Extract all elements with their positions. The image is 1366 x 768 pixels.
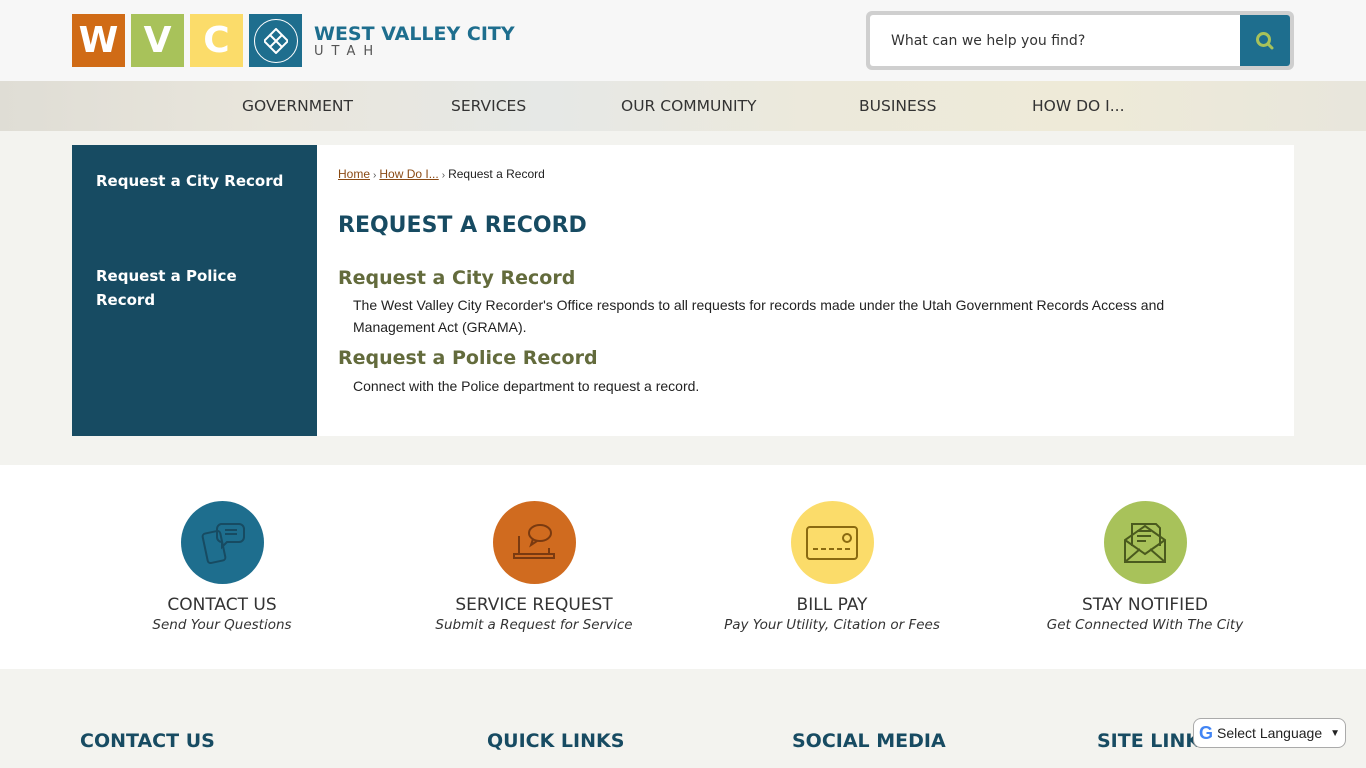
page-title: REQUEST A RECORD (338, 213, 587, 238)
nav-our-community[interactable]: OUR COMMUNITY (621, 81, 756, 131)
language-select-label: Select Language (1217, 725, 1323, 741)
breadcrumb-how-do-i[interactable]: How Do I... (379, 167, 438, 181)
quick-link-bill-pay[interactable]: BILL PAY Pay Your Utility, Citation or F… (672, 501, 992, 634)
quick-link-sub: Pay Your Utility, Citation or Fees (724, 617, 940, 633)
quick-link-sub: Submit a Request for Service (435, 617, 633, 633)
city-seal-icon (249, 14, 302, 67)
state-name: UTAH (314, 43, 382, 59)
section-desc-city-record: The West Valley City Recorder's Office r… (353, 297, 1165, 335)
breadcrumb-current: Request a Record (448, 167, 545, 181)
credit-card-icon (790, 501, 874, 584)
nav-services[interactable]: SERVICES (451, 81, 526, 131)
chevron-down-icon: ▼ (1330, 727, 1341, 739)
site-header: W V C WEST VALLEY CITY UTAH (0, 0, 1366, 81)
footer-heading-social-media: SOCIAL MEDIA (792, 730, 946, 752)
search-input[interactable] (870, 15, 1238, 66)
nav-government[interactable]: GOVERNMENT (242, 81, 353, 131)
footer-heading-quick-links: QUICK LINKS (487, 730, 625, 752)
quick-link-label: CONTACT US (167, 595, 277, 615)
envelope-letter-icon (1103, 501, 1187, 584)
logo-tile-c: C (190, 14, 243, 67)
search-icon (1256, 31, 1274, 49)
search-button[interactable] (1240, 15, 1290, 66)
breadcrumb-separator: › (441, 170, 446, 181)
breadcrumb-separator: › (373, 170, 377, 181)
quick-link-contact-us[interactable]: CONTACT US Send Your Questions (62, 501, 382, 634)
quick-link-stay-notified[interactable]: STAY NOTIFIED Get Connected With The Cit… (985, 501, 1305, 634)
section-desc-police-record: Connect with the Police department to re… (353, 378, 700, 394)
quick-link-label: SERVICE REQUEST (455, 595, 613, 615)
main-nav: GOVERNMENT SERVICES OUR COMMUNITY BUSINE… (0, 81, 1366, 131)
city-name: WEST VALLEY CITY (314, 22, 515, 45)
quick-link-service-request[interactable]: SERVICE REQUEST Submit a Request for Ser… (374, 501, 694, 634)
quick-link-label: STAY NOTIFIED (1081, 595, 1209, 615)
breadcrumb: Home › How Do I... › Request a Record (338, 167, 545, 181)
breadcrumb-home[interactable]: Home (338, 167, 370, 181)
quick-link-sub: Get Connected With The City (1046, 617, 1244, 633)
nav-business[interactable]: BUSINESS (859, 81, 936, 131)
main-content: Home › How Do I... › Request a Record REQUES… (317, 145, 1294, 436)
sidebar: Request a City Record Request a Police R… (72, 145, 317, 436)
quick-link-label: BILL PAY (796, 595, 868, 615)
section-title-police-record[interactable]: Request a Police Record (338, 347, 598, 369)
logo-tile-w: W (72, 14, 125, 67)
sidebar-item-city-record[interactable]: Request a City Record (96, 169, 296, 193)
sidebar-item-police-record[interactable]: Request a Police Record (96, 264, 296, 312)
quick-link-sub: Send Your Questions (152, 617, 292, 633)
language-select[interactable]: G Select Language ▼ (1193, 718, 1346, 748)
site-logo[interactable]: W V C WEST VALLEY CITY UTAH (72, 14, 515, 67)
quick-links-band: CONTACT US Send Your Questions SERVICE R… (0, 465, 1366, 669)
google-icon: G (1199, 722, 1214, 743)
section-title-city-record[interactable]: Request a City Record (338, 267, 575, 289)
logo-tile-v: V (131, 14, 184, 67)
footer-heading-contact-us: CONTACT US (80, 730, 215, 752)
nav-how-do-i[interactable]: HOW DO I... (1032, 81, 1125, 131)
search-box (866, 11, 1294, 70)
phone-chat-icon (180, 501, 264, 584)
laptop-chat-icon (492, 501, 576, 584)
